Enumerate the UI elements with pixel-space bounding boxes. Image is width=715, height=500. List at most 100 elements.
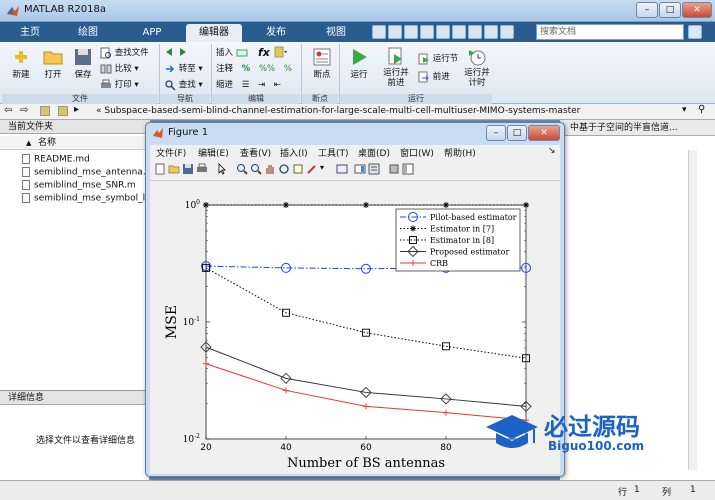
menu-dock-icon[interactable]: ↘: [548, 146, 556, 156]
search-documentation-input[interactable]: 搜索文档: [536, 24, 684, 40]
tab-view[interactable]: 视图: [312, 24, 360, 42]
editor-tab-header[interactable]: 中基于子空间的半盲信道...: [560, 120, 715, 136]
colorbar-icon[interactable]: [354, 163, 366, 175]
find-button[interactable]: 查找 ▾: [164, 78, 203, 91]
hide-plot-tools-icon[interactable]: [388, 163, 400, 175]
run-and-time-button[interactable]: 运行并 计时: [462, 46, 492, 88]
print-label: 打印: [114, 80, 132, 90]
quick-help-icon[interactable]: [484, 25, 498, 39]
search-icon[interactable]: [688, 25, 702, 39]
show-plot-tools-icon[interactable]: [402, 163, 414, 175]
quick-cut-icon[interactable]: [388, 25, 402, 39]
figure-minimize-button[interactable]: –: [486, 125, 506, 141]
figure-menu-bar: 文件(F) 编辑(E) 查看(V) 插入(I) 工具(T) 桌面(D) 窗口(W…: [150, 145, 560, 159]
link-plot-icon[interactable]: [336, 163, 348, 175]
legend-icon[interactable]: [368, 163, 380, 175]
brush-dropdown-icon[interactable]: ▾: [320, 163, 332, 175]
close-button[interactable]: ✕: [682, 2, 712, 18]
up-folder-icon[interactable]: [40, 106, 50, 116]
print-button[interactable]: 打印 ▾: [100, 78, 139, 91]
advance-label: 前进: [432, 72, 450, 82]
figure-close-button[interactable]: ✕: [528, 125, 560, 141]
maximize-button[interactable]: □: [659, 2, 681, 18]
zoom-in-icon[interactable]: [236, 163, 248, 175]
menu-help[interactable]: 帮助(H): [444, 146, 476, 159]
menu-desktop[interactable]: 桌面(D): [358, 146, 390, 159]
menu-file[interactable]: 文件(F): [156, 146, 186, 159]
browse-folder-icon[interactable]: [58, 106, 68, 116]
menu-insert[interactable]: 插入(I): [280, 146, 308, 159]
name-column-label: 名称: [38, 138, 57, 148]
run-section-button[interactable]: 运行节: [418, 52, 458, 65]
advance-button[interactable]: 前进: [418, 70, 450, 83]
minimize-button[interactable]: –: [636, 2, 658, 18]
name-column-header[interactable]: ▲ 名称: [0, 136, 150, 150]
open-file-icon[interactable]: [168, 163, 180, 175]
run-button[interactable]: 运行: [344, 46, 374, 80]
list-item[interactable]: semiblind_mse_symbol_len: [22, 193, 156, 204]
row-label: 行: [618, 488, 628, 498]
forward-arrow-icon[interactable]: ⇨: [20, 105, 28, 116]
current-path[interactable]: « Subspace-based-semi-blind-channel-esti…: [96, 106, 580, 116]
quick-switch-icon[interactable]: [468, 25, 482, 39]
insert-dropdown-icon[interactable]: [274, 46, 288, 58]
pan-hand-icon[interactable]: [264, 163, 276, 175]
data-cursor-icon[interactable]: [292, 163, 304, 175]
insert-section-icon: [236, 49, 248, 56]
figure-app-icon: [153, 128, 163, 138]
new-figure-icon[interactable]: [154, 163, 166, 175]
find-files-icon: [100, 47, 111, 58]
title-bar: MATLAB R2018a – □ ✕: [0, 0, 715, 22]
file-icon: [22, 193, 30, 203]
search-icon[interactable]: ⚲: [698, 104, 705, 115]
tab-apps[interactable]: APP: [128, 24, 176, 42]
save-button[interactable]: 保存: [68, 46, 98, 80]
quick-paste-icon[interactable]: [420, 25, 434, 39]
back-arrow-icon[interactable]: ⇦: [4, 105, 12, 116]
list-item[interactable]: README.md: [22, 154, 90, 165]
comment-button[interactable]: 注释 % %% %: [216, 62, 292, 74]
menu-edit[interactable]: 编辑(E): [198, 146, 229, 159]
brush-icon[interactable]: [306, 163, 318, 175]
x-tick-label: 80: [440, 443, 452, 453]
run-time-icon: [469, 50, 486, 66]
list-item[interactable]: semiblind_mse_antenna.m: [22, 167, 154, 178]
tab-editor[interactable]: 编辑器: [186, 24, 242, 42]
tab-plots[interactable]: 绘图: [64, 24, 112, 42]
folder-nav-icon[interactable]: ▸: [74, 104, 79, 115]
path-dropdown-icon[interactable]: ▾: [682, 105, 687, 115]
indent-button[interactable]: 缩进 ☰ ⇥ ⇤: [216, 78, 281, 90]
goto-button[interactable]: 转至 ▾: [164, 62, 203, 75]
menu-tools[interactable]: 工具(T): [318, 146, 349, 159]
rotate-3d-icon[interactable]: [278, 163, 290, 175]
marker-star: [443, 202, 449, 208]
list-item[interactable]: semiblind_mse_SNR.m: [22, 180, 136, 191]
zoom-out-icon[interactable]: [250, 163, 262, 175]
quick-undo-icon[interactable]: [436, 25, 450, 39]
y-tick-label: 100: [185, 199, 200, 211]
run-time-label: 运行并 计时: [464, 68, 490, 88]
vertical-scrollbar[interactable]: [688, 150, 697, 470]
figure-maximize-button[interactable]: □: [507, 125, 527, 141]
find-files-button[interactable]: 查找文件: [100, 46, 149, 59]
save-figure-icon[interactable]: [182, 163, 194, 175]
breakpoints-button[interactable]: 断点: [306, 46, 338, 80]
menu-view[interactable]: 查看(V): [240, 146, 271, 159]
figure-toolbar: ▾: [150, 159, 560, 181]
tab-home[interactable]: 主页: [10, 24, 50, 42]
quick-copy-icon[interactable]: [404, 25, 418, 39]
nav-back-forward-button[interactable]: [164, 46, 188, 58]
menu-window[interactable]: 窗口(W): [400, 146, 434, 159]
pointer-icon[interactable]: [216, 163, 228, 175]
fx-icon[interactable]: fx: [258, 46, 270, 59]
tab-publish[interactable]: 发布: [252, 24, 300, 42]
insert-button[interactable]: 插入: [216, 46, 248, 59]
print-figure-icon[interactable]: [196, 163, 208, 175]
run-and-advance-button[interactable]: 运行并 前进: [378, 46, 414, 88]
new-button[interactable]: 新建: [6, 46, 36, 80]
compare-button[interactable]: 比较 ▾: [100, 62, 139, 75]
open-button[interactable]: 打开: [38, 46, 68, 80]
quick-save-icon[interactable]: [372, 25, 386, 39]
quick-redo-icon[interactable]: [452, 25, 466, 39]
quick-dropdown-icon[interactable]: [500, 25, 514, 39]
